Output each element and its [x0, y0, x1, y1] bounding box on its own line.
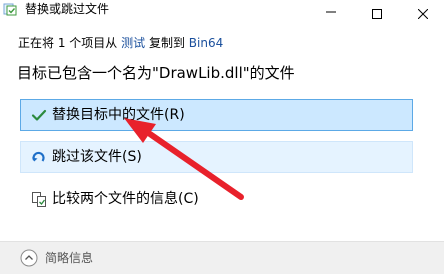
dialog-footer: 简略信息 — [0, 241, 444, 274]
destination-folder-link[interactable]: Bin64 — [189, 36, 223, 50]
window-title: 替换或跳过文件 — [25, 2, 110, 16]
info-prefix: 正在将 1 个项目从 — [18, 36, 118, 50]
skip-file-button[interactable]: 跳过该文件(S) — [20, 141, 413, 173]
close-button[interactable] — [400, 0, 444, 30]
compare-files-label: 比较两个文件的信息(C) — [52, 191, 199, 207]
minimize-icon — [326, 11, 336, 13]
check-icon — [31, 109, 47, 121]
skip-file-label: 跳过该文件(S) — [52, 149, 142, 165]
compare-files-button[interactable]: 比较两个文件的信息(C) — [20, 183, 413, 215]
title-bar[interactable]: 替换或跳过文件 — [0, 0, 444, 30]
maximize-button[interactable] — [354, 0, 400, 30]
replace-file-label: 替换目标中的文件(R) — [52, 107, 185, 123]
compare-files-icon — [32, 192, 46, 207]
minimize-button[interactable] — [308, 0, 354, 30]
replace-file-button[interactable]: 替换目标中的文件(R) — [20, 99, 413, 131]
source-folder-link[interactable]: 测试 — [121, 36, 145, 50]
maximize-icon — [372, 9, 382, 19]
copy-progress-info: 正在将 1 个项目从 测试 复制到 Bin64 — [18, 35, 223, 51]
file-copy-app-icon — [3, 3, 17, 16]
close-icon — [418, 9, 428, 19]
skip-arrow-icon — [32, 151, 45, 162]
info-middle: 复制到 — [148, 36, 185, 50]
replace-or-skip-dialog: 替换或跳过文件 正在将 1 个项目从 测试 复制到 Bin64 目标已包含一个名… — [0, 0, 444, 274]
chevron-up-icon[interactable] — [20, 249, 38, 267]
dialog-heading: 目标已包含一个名为"DrawLib.dll"的文件 — [17, 64, 295, 82]
fewer-details-link[interactable]: 简略信息 — [45, 250, 93, 266]
